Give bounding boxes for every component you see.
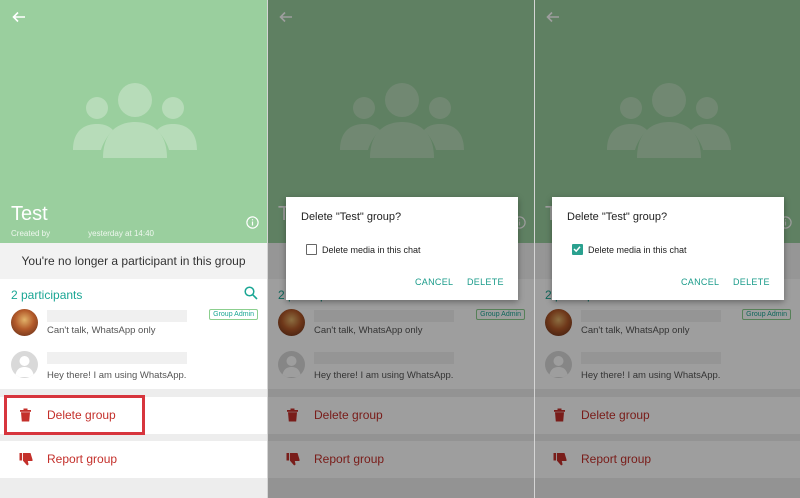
- delete-group-highlight: [4, 395, 145, 435]
- delete-media-checkbox[interactable]: [306, 244, 317, 255]
- group-title: Test: [11, 203, 48, 225]
- participant-status: Hey there! I am using WhatsApp.: [47, 370, 187, 381]
- group-info-panel-2: Test 2 participants Can't talk, WhatsApp…: [267, 0, 534, 498]
- participant-name-redacted: [47, 310, 187, 322]
- participant-status: Can't talk, WhatsApp only: [47, 325, 156, 336]
- delete-media-label[interactable]: Delete media in this chat: [588, 245, 687, 255]
- cancel-button[interactable]: CANCEL: [681, 277, 719, 287]
- delete-group-dialog: Delete "Test" group? Delete media in thi…: [552, 197, 784, 300]
- participant-row[interactable]: Can't talk, WhatsApp only Group Admin: [0, 308, 267, 348]
- group-info-panel-1: Test Created by yesterday at 14:40 You're…: [0, 0, 267, 498]
- search-icon[interactable]: [244, 286, 258, 300]
- panel-divider: [534, 0, 535, 498]
- info-icon[interactable]: [246, 216, 259, 229]
- participant-row[interactable]: Hey there! I am using WhatsApp.: [0, 350, 267, 390]
- delete-media-checkbox[interactable]: [572, 244, 583, 255]
- delete-media-label[interactable]: Delete media in this chat: [322, 245, 421, 255]
- participants-count: 2 participants: [11, 288, 83, 302]
- participant-avatar: [11, 351, 38, 378]
- group-created-info: Created by yesterday at 14:40: [11, 229, 154, 238]
- group-admin-badge: Group Admin: [209, 309, 258, 320]
- participant-avatar: [11, 309, 38, 336]
- delete-button[interactable]: DELETE: [733, 277, 770, 287]
- not-participant-notice: You're no longer a participant in this g…: [0, 243, 267, 279]
- dialog-title: Delete "Test" group?: [567, 211, 668, 223]
- delete-button[interactable]: DELETE: [467, 277, 504, 287]
- report-group-label: Report group: [47, 452, 118, 466]
- participant-name-redacted: [47, 352, 187, 364]
- participants-section: 2 participants Can't talk, WhatsApp only…: [0, 279, 267, 389]
- created-time: yesterday at 14:40: [88, 229, 154, 238]
- group-info-panel-3: Test 2 participants Can't talk, WhatsApp…: [534, 0, 800, 498]
- cancel-button[interactable]: CANCEL: [415, 277, 453, 287]
- created-by-label: Created by: [11, 229, 51, 238]
- group-avatar-icon: [73, 80, 197, 160]
- back-arrow-icon[interactable]: [12, 10, 28, 26]
- group-header: Test Created by yesterday at 14:40: [0, 0, 267, 243]
- report-group-button[interactable]: Report group: [0, 441, 267, 478]
- checkmark-icon: [573, 246, 581, 253]
- dialog-title: Delete "Test" group?: [301, 211, 402, 223]
- delete-group-dialog: Delete "Test" group? Delete media in thi…: [286, 197, 518, 300]
- thumbs-down-icon: [19, 452, 33, 466]
- panel-divider: [267, 0, 268, 498]
